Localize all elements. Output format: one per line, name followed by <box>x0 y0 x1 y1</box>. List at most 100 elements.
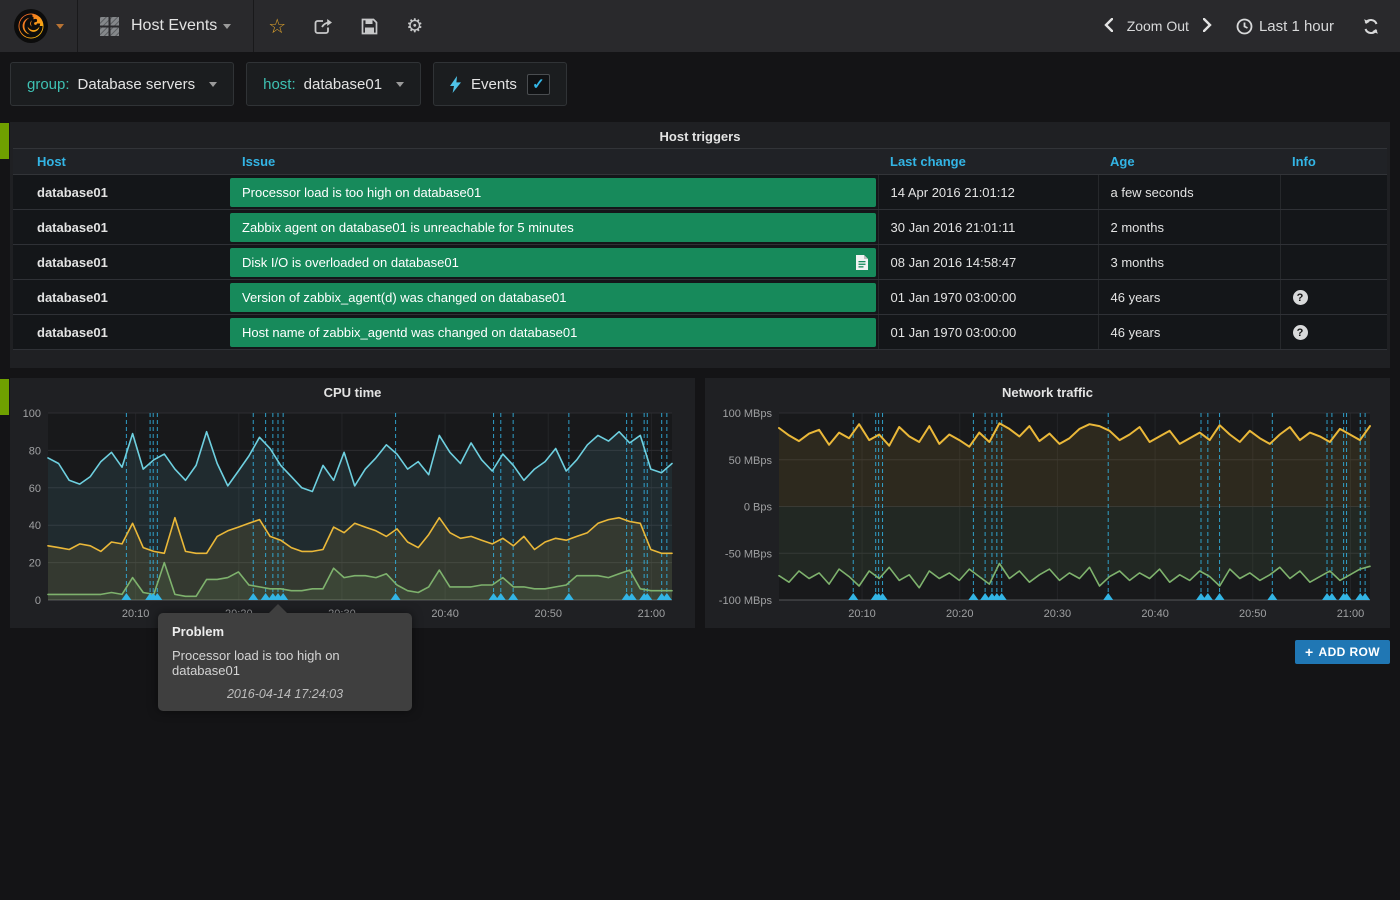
annotations-toggle-chip: Events ✓ <box>433 62 567 106</box>
info-help-icon[interactable]: ? <box>1293 325 1308 340</box>
svg-text:40: 40 <box>29 520 41 532</box>
issue-severity-badge[interactable]: Host name of zabbix_agentd was changed o… <box>230 318 876 347</box>
chevron-down-icon <box>209 82 217 87</box>
variable-group-dropdown[interactable]: group: Database servers <box>10 62 234 106</box>
svg-text:20:50: 20:50 <box>534 608 562 620</box>
row-collapse-handle[interactable] <box>0 379 9 415</box>
document-icon <box>856 255 868 270</box>
svg-text:-100 MBps: -100 MBps <box>719 595 773 607</box>
dashboard-grid-icon <box>100 17 119 36</box>
svg-text:60: 60 <box>29 483 41 495</box>
cpu-time-panel: CPU time 20:1020:2020:3020:4020:5021:000… <box>10 378 695 628</box>
trigger-row: database01Processor load is too high on … <box>13 175 1387 210</box>
panel-title[interactable]: Host triggers <box>13 122 1387 148</box>
info-help-icon[interactable]: ? <box>1293 290 1308 305</box>
issue-severity-badge[interactable]: Version of zabbix_agent(d) was changed o… <box>230 283 876 312</box>
tooltip-timestamp: 2016-04-14 17:24:03 <box>172 687 398 701</box>
issue-cell: Version of zabbix_agent(d) was changed o… <box>230 280 878 315</box>
navbar-actions: ☆ ⚙ <box>254 14 437 39</box>
last-change-cell: 01 Jan 1970 03:00:00 <box>878 280 1098 315</box>
trigger-row: database01Version of zabbix_agent(d) was… <box>13 280 1387 315</box>
add-row-label: ADD ROW <box>1319 645 1380 659</box>
time-range-picker[interactable]: Last 1 hour <box>1236 18 1334 35</box>
refresh-icon <box>1362 18 1380 35</box>
info-cell: ? <box>1280 280 1387 315</box>
info-cell <box>1280 245 1387 280</box>
svg-text:80: 80 <box>29 445 41 457</box>
cpu-time-chart[interactable]: 20:1020:2020:3020:4020:5021:000204060801… <box>10 404 695 628</box>
panel-title[interactable]: Network traffic <box>705 378 1390 404</box>
svg-text:-50 MBps: -50 MBps <box>725 548 773 560</box>
top-navbar: Host Events ☆ ⚙ Zoom Out <box>0 0 1400 52</box>
variable-value: database01 <box>304 76 382 93</box>
issue-cell: Processor load is too high on database01 <box>230 175 878 210</box>
network-traffic-panel: Network traffic 20:10 20:20 20:30 20:40 20:5… <box>705 378 1390 628</box>
chevron-right-icon <box>1203 18 1212 32</box>
grafana-logo-icon <box>13 8 49 44</box>
clock-icon <box>1236 18 1253 35</box>
svg-text:20:40: 20:40 <box>431 608 459 620</box>
variable-label: host: <box>263 76 296 93</box>
annotations-checkbox[interactable]: ✓ <box>527 74 550 95</box>
svg-text:0: 0 <box>35 595 41 607</box>
last-change-cell: 30 Jan 2016 21:01:11 <box>878 210 1098 245</box>
save-button[interactable] <box>347 18 392 35</box>
age-cell: 2 months <box>1098 210 1280 245</box>
trigger-row: database01Zabbix agent on database01 is … <box>13 210 1387 245</box>
variable-host-dropdown[interactable]: host: database01 <box>246 62 421 106</box>
triggers-table: Host Issue Last change Age Info database… <box>13 148 1387 350</box>
trigger-row: database01Host name of zabbix_agentd was… <box>13 315 1387 350</box>
svg-text:20:20: 20:20 <box>946 608 974 620</box>
share-button[interactable] <box>300 18 347 35</box>
svg-text:20:30: 20:30 <box>1044 608 1072 620</box>
add-row-button[interactable]: + ADD ROW <box>1295 640 1390 664</box>
svg-text:100: 100 <box>23 408 41 420</box>
last-change-cell: 14 Apr 2016 21:01:12 <box>878 175 1098 210</box>
dashboard-title-menu[interactable]: Host Events <box>78 0 254 52</box>
dashboard-row-charts: CPU time 20:10 20:20 20:30 20:40 20:50 21:00 0… <box>10 378 1390 628</box>
issue-text: Version of zabbix_agent(d) was changed o… <box>242 290 567 305</box>
chevron-down-icon <box>223 24 231 29</box>
row-collapse-handle[interactable] <box>0 123 9 159</box>
column-header-age[interactable]: Age <box>1098 149 1280 175</box>
host-triggers-panel: Host triggers Host Issue Last change Age… <box>10 122 1390 368</box>
info-cell <box>1280 210 1387 245</box>
host-cell: database01 <box>13 210 230 245</box>
column-header-host[interactable]: Host <box>13 149 230 175</box>
dashboard-submenu: group: Database servers host: database01… <box>0 52 1400 116</box>
issue-text: Host name of zabbix_agentd was changed o… <box>242 325 577 340</box>
svg-text:50 MBps: 50 MBps <box>729 455 773 467</box>
svg-text:20:10: 20:10 <box>848 608 876 620</box>
column-header-last-change[interactable]: Last change <box>878 149 1098 175</box>
issue-severity-badge[interactable]: Processor load is too high on database01 <box>230 178 876 207</box>
timepicker-controls: Zoom Out Last 1 hour <box>1100 18 1400 35</box>
settings-button[interactable]: ⚙ <box>392 15 437 38</box>
issue-severity-badge[interactable]: Zabbix agent on database01 is unreachabl… <box>230 213 876 242</box>
network-traffic-chart[interactable]: 20:1020:2020:3020:4020:5021:00-100 MBps-… <box>705 404 1390 628</box>
svg-text:20:40: 20:40 <box>1141 608 1169 620</box>
star-button[interactable]: ☆ <box>254 14 300 39</box>
svg-text:21:00: 21:00 <box>638 608 666 620</box>
tooltip-title: Problem <box>172 624 398 639</box>
annotation-tooltip: Problem Processor load is too high on da… <box>158 613 412 711</box>
zoom-out-button[interactable]: Zoom Out <box>1123 18 1193 34</box>
tooltip-message: Processor load is too high on database01 <box>172 648 398 678</box>
svg-text:20:10: 20:10 <box>122 608 150 620</box>
issue-severity-badge[interactable]: Disk I/O is overloaded on database01 <box>230 248 876 277</box>
age-cell: 3 months <box>1098 245 1280 280</box>
svg-text:20: 20 <box>29 558 41 570</box>
host-cell: database01 <box>13 175 230 210</box>
column-header-info[interactable]: Info <box>1280 149 1387 175</box>
time-shift-forward-button[interactable] <box>1199 18 1216 35</box>
panel-title[interactable]: CPU time <box>10 378 695 404</box>
refresh-button[interactable] <box>1362 18 1380 35</box>
annotations-toggle-label: Events <box>471 76 517 93</box>
issue-cell: Host name of zabbix_agentd was changed o… <box>230 315 878 350</box>
svg-text:20:50: 20:50 <box>1239 608 1267 620</box>
page-title: Host Events <box>131 17 217 35</box>
time-shift-back-button[interactable] <box>1100 18 1117 35</box>
grafana-logo-menu[interactable] <box>0 0 78 52</box>
column-header-issue[interactable]: Issue <box>230 149 878 175</box>
variable-value: Database servers <box>78 76 196 93</box>
plus-icon: + <box>1305 644 1314 660</box>
